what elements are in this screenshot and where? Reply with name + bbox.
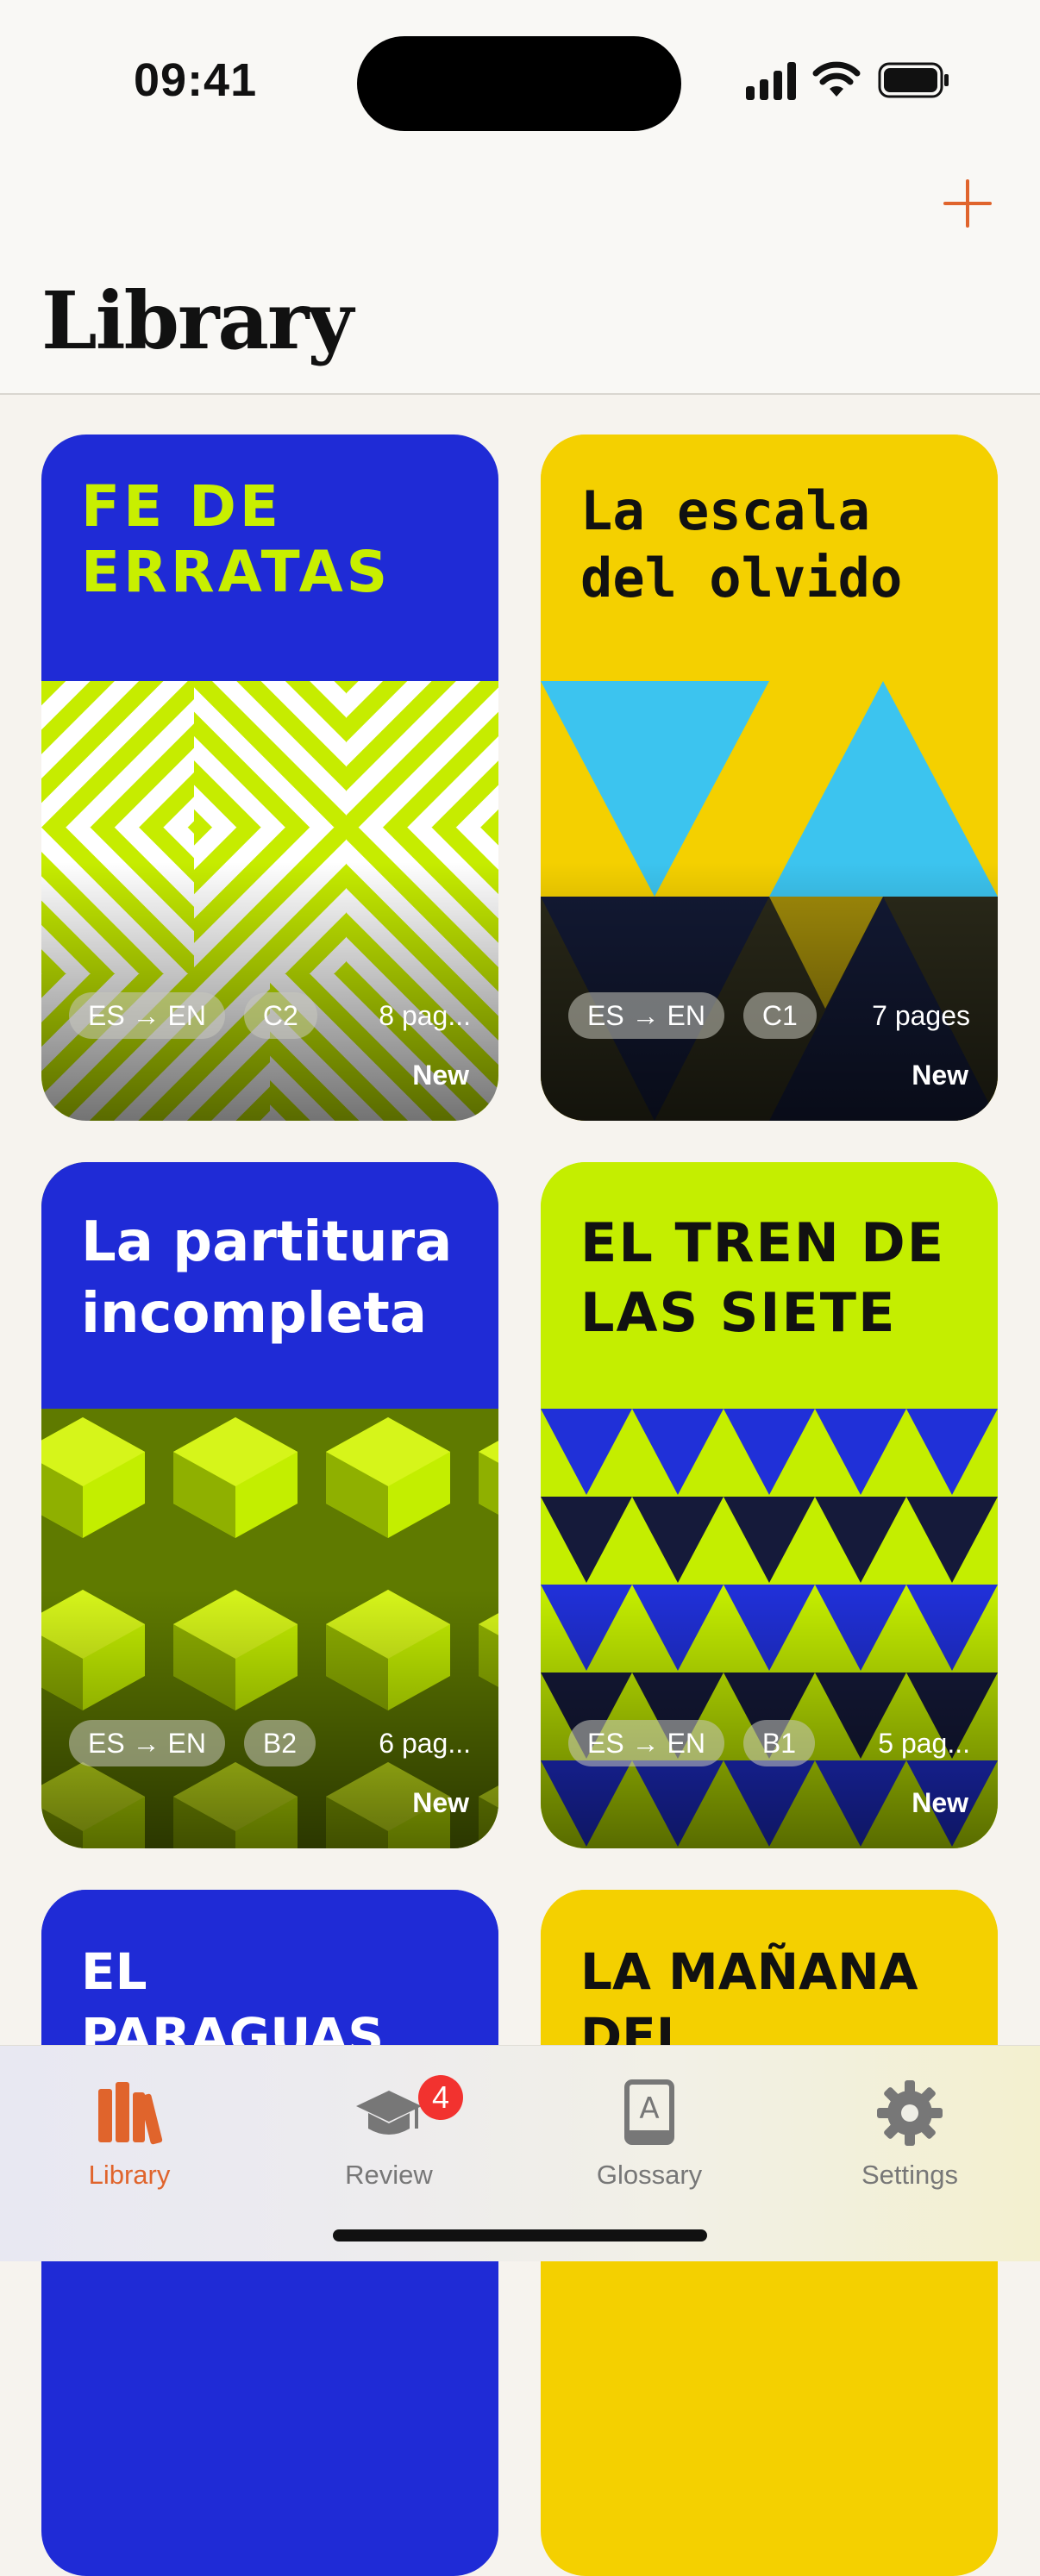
language-pill: ES → EN: [69, 992, 225, 1039]
page-count: 6 pag...: [379, 1727, 471, 1759]
page-title: Library: [41, 274, 354, 367]
tab-label: Review: [345, 2160, 433, 2190]
language-pill: ES → EN: [568, 1720, 724, 1766]
books-icon: [98, 2082, 163, 2145]
book-title: EL TREN DE LAS SIETE: [580, 1211, 946, 1344]
book-title: La partitura incompleta: [81, 1210, 453, 1347]
status-badge: New: [912, 1787, 968, 1818]
level-pill: C2: [243, 992, 317, 1039]
status-badge: New: [412, 1787, 469, 1818]
book-meta: ES → EN B2 6 pag...: [69, 1719, 471, 1767]
battery-icon: [878, 62, 949, 98]
page-count: 5 pag...: [878, 1727, 970, 1759]
dictionary-icon: A: [624, 2079, 674, 2145]
level-pill: B1: [742, 1720, 816, 1766]
cellular-signal-icon: [746, 62, 796, 100]
book-title: La escala del olvido: [580, 479, 903, 610]
page-count: 8 pag...: [379, 999, 471, 1031]
book-card[interactable]: EL TREN DE LAS SIETE ES → EN B1 5 pag...…: [541, 1162, 998, 1848]
tab-label: Glossary: [596, 2160, 703, 2190]
status-time: 09:41: [134, 54, 258, 106]
tab-label: Library: [88, 2160, 171, 2190]
book-card[interactable]: La partitura incompleta ES → EN B2 6 pag…: [41, 1162, 498, 1848]
status-bar: 09:41: [0, 0, 1040, 164]
dynamic-island: [357, 36, 681, 131]
book-title: FE DE ERRATAS: [81, 473, 392, 605]
gear-icon: [877, 2080, 943, 2146]
level-pill: B2: [243, 1720, 316, 1766]
tab-library[interactable]: Library: [26, 2063, 233, 2190]
review-count-badge: 4: [418, 2075, 463, 2120]
tab-glossary[interactable]: A Glossary: [546, 2063, 753, 2190]
tab-settings[interactable]: Settings: [806, 2063, 1013, 2190]
plus-icon[interactable]: [942, 178, 993, 229]
book-cover-top: FE DE ERRATAS: [41, 435, 498, 681]
graduation-cap-icon: [356, 2091, 422, 2135]
book-card[interactable]: FE DE ERRATAS ES → EN C2 8 pag... New: [41, 435, 498, 1121]
book-cover-top: La partitura incompleta: [41, 1162, 498, 1409]
book-cover-top: EL TREN DE LAS SIETE: [541, 1162, 998, 1409]
book-meta: ES → EN C1 7 pages: [568, 991, 970, 1040]
tab-review[interactable]: 4 Review: [285, 2063, 492, 2190]
tab-label: Settings: [861, 2160, 958, 2190]
book-meta: ES → EN B1 5 pag...: [568, 1719, 970, 1767]
book-meta: ES → EN C2 8 pag...: [69, 991, 471, 1040]
language-pill: ES → EN: [568, 992, 724, 1039]
home-indicator: [333, 2229, 707, 2241]
svg-text:A: A: [639, 2091, 659, 2126]
book-cover-top: La escala del olvido: [541, 435, 998, 681]
wifi-icon: [812, 61, 861, 97]
page-count: 7 pages: [872, 999, 970, 1031]
book-card[interactable]: La escala del olvido ES → EN C1 7 pages …: [541, 435, 998, 1121]
level-pill: C1: [742, 992, 817, 1039]
status-badge: New: [912, 1060, 968, 1091]
status-badge: New: [412, 1060, 469, 1091]
language-pill: ES → EN: [69, 1720, 225, 1766]
